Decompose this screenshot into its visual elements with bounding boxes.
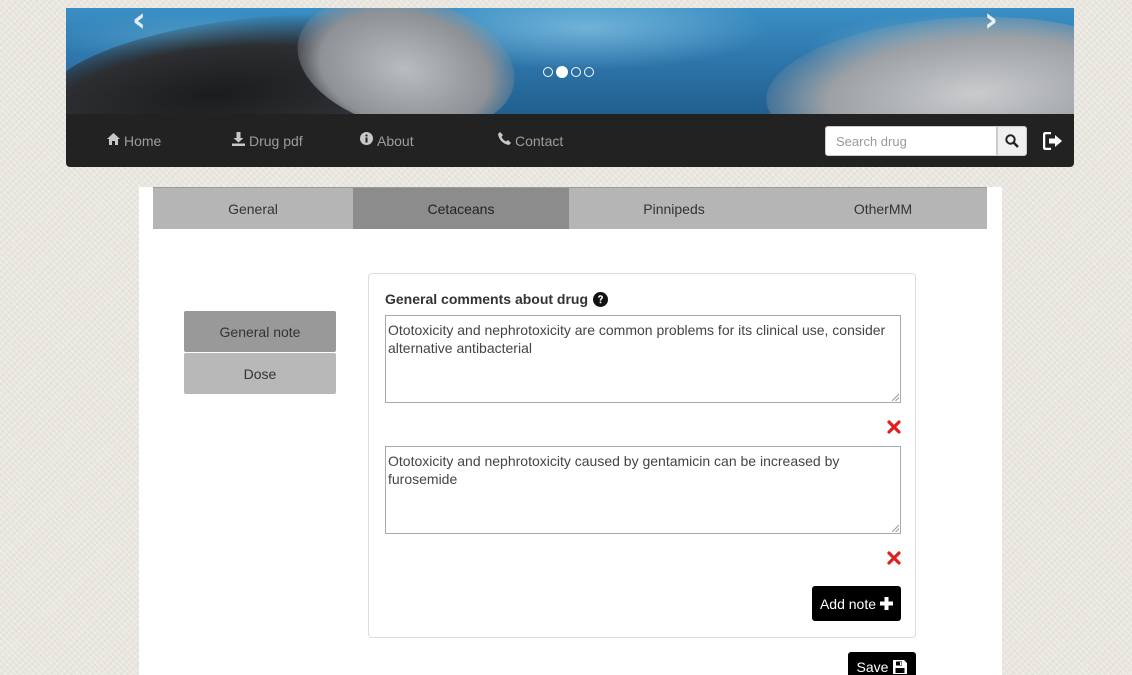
resize-grip-icon[interactable]	[891, 524, 899, 532]
search-icon	[1005, 134, 1019, 148]
note-textarea[interactable]: Ototoxicity and nephrotoxicity are commo…	[385, 315, 901, 403]
carousel-dot[interactable]	[543, 67, 553, 77]
save-label: Save	[856, 659, 889, 675]
tab-pinnipeds[interactable]: Pinnipeds	[569, 187, 779, 229]
carousel-indicators	[543, 66, 594, 78]
logout-button[interactable]	[1042, 128, 1064, 154]
carousel-prev-icon[interactable]: ‹	[132, 8, 146, 40]
phone-icon	[498, 132, 511, 149]
home-icon	[107, 132, 120, 149]
nav-contact-label: Contact	[515, 132, 564, 149]
save-button[interactable]: Save	[848, 652, 916, 675]
info-icon	[360, 132, 373, 149]
dose-button[interactable]: Dose	[184, 353, 336, 394]
card-heading: General comments about drug	[385, 291, 609, 307]
logout-icon	[1043, 132, 1062, 150]
remove-note-icon[interactable]	[887, 551, 901, 565]
resize-grip-icon[interactable]	[891, 393, 899, 401]
add-note-label: Add note	[819, 595, 877, 612]
tab-general[interactable]: General	[153, 187, 353, 229]
image-carousel: ‹ ›	[66, 8, 1074, 114]
search-drug-input[interactable]	[825, 126, 997, 156]
nav-contact[interactable]: Contact	[498, 114, 563, 167]
carousel-dot[interactable]	[584, 67, 594, 77]
nav-home-label: Home	[124, 132, 162, 149]
nav-about[interactable]: About	[360, 114, 414, 167]
download-icon	[232, 131, 245, 150]
nav-about-label: About	[377, 132, 414, 149]
general-note-button[interactable]: General note	[184, 311, 336, 352]
nav-drug-pdf[interactable]: Drug pdf	[232, 114, 303, 167]
tab-othermm[interactable]: OtherMM	[779, 187, 987, 229]
remove-note-icon[interactable]	[887, 420, 901, 434]
plus-icon	[880, 597, 894, 610]
search-button[interactable]	[997, 126, 1027, 156]
tab-cetaceans[interactable]: Cetaceans	[353, 187, 569, 229]
nav-home[interactable]: Home	[107, 114, 161, 167]
carousel-dot[interactable]	[571, 67, 581, 77]
add-note-button[interactable]: Add note	[812, 586, 901, 621]
top-navbar: Home Drug pdf About Contact	[66, 114, 1074, 167]
note-textarea[interactable]: Ototoxicity and nephrotoxicity caused by…	[385, 446, 901, 534]
nav-drug-pdf-label: Drug pdf	[249, 132, 303, 149]
question-icon[interactable]	[593, 291, 609, 307]
carousel-dot-active[interactable]	[556, 66, 568, 78]
carousel-next-icon[interactable]: ›	[984, 8, 998, 40]
general-comments-card: General comments about drug Ototoxicity …	[368, 273, 916, 638]
main-panel: General Cetaceans Pinnipeds OtherMM Gene…	[139, 187, 1002, 675]
save-icon	[893, 660, 908, 674]
card-heading-label: General comments about drug	[385, 291, 589, 307]
species-tabs: General Cetaceans Pinnipeds OtherMM	[153, 187, 987, 229]
